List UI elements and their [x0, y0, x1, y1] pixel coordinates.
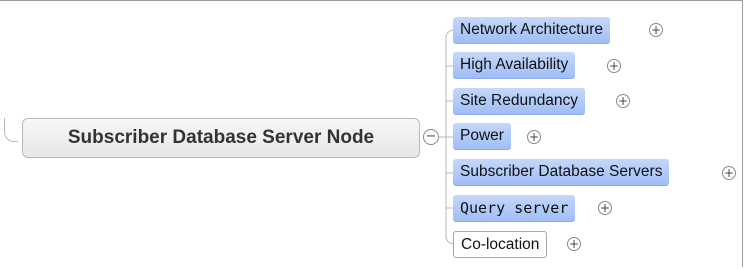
- expand-icon[interactable]: +: [607, 59, 621, 73]
- topic-co-location[interactable]: Co-location: [453, 231, 548, 258]
- topic-query-server[interactable]: Query server: [453, 195, 576, 222]
- expand-icon[interactable]: +: [649, 23, 663, 37]
- topic-label: Subscriber Database Servers: [460, 163, 663, 180]
- expand-icon[interactable]: +: [722, 166, 736, 180]
- expand-icon[interactable]: +: [616, 94, 630, 108]
- topic-label: Power: [460, 127, 504, 144]
- topic-label: Network Architecture: [460, 21, 603, 38]
- topic-label: Query server: [460, 199, 569, 217]
- collapse-icon[interactable]: −: [423, 129, 439, 145]
- topic-power[interactable]: Power: [453, 123, 511, 150]
- root-topic[interactable]: Subscriber Database Server Node: [22, 118, 420, 158]
- topic-high-availability[interactable]: High Availability: [453, 52, 576, 79]
- topic-subscriber-database-servers[interactable]: Subscriber Database Servers: [453, 159, 670, 186]
- topic-label: Site Redundancy: [460, 92, 579, 109]
- expand-icon[interactable]: +: [567, 237, 581, 251]
- root-topic-label: Subscriber Database Server Node: [67, 127, 375, 148]
- topic-label: Co-location: [461, 235, 540, 253]
- expand-icon[interactable]: +: [598, 201, 612, 215]
- topic-site-redundancy[interactable]: Site Redundancy: [453, 88, 586, 115]
- topic-network-architecture[interactable]: Network Architecture: [453, 17, 610, 44]
- topic-label: High Availability: [460, 56, 569, 73]
- expand-icon[interactable]: +: [527, 130, 541, 144]
